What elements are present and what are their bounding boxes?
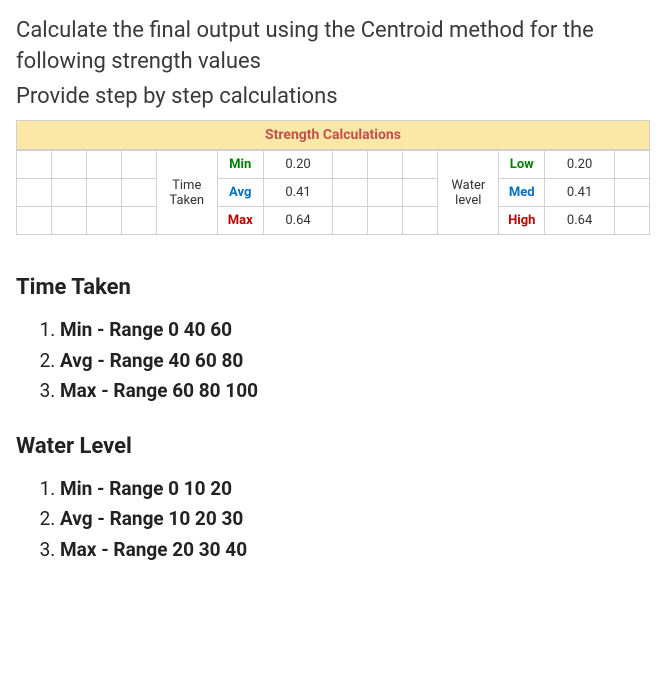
range-value: - Range 60 80 100	[101, 379, 258, 402]
value-high: 0.64	[545, 207, 615, 235]
table-row: Time Taken Min 0.20 Water level Low 0.20	[17, 151, 650, 179]
value-low: 0.20	[545, 151, 615, 179]
table-row: Avg 0.41 Med 0.41	[17, 179, 650, 207]
metric-avg: Avg	[217, 179, 263, 207]
range-value: - Range 40 60 80	[97, 349, 243, 372]
range-label: Min	[60, 318, 92, 341]
range-value: - Range 20 30 40	[101, 538, 247, 561]
range-value: - Range 10 20 30	[97, 507, 243, 530]
strength-table: Time Taken Min 0.20 Water level Low 0.20…	[16, 150, 650, 235]
table-header: Strength Calculations	[16, 120, 650, 150]
range-value: - Range 0 10 20	[97, 477, 232, 500]
metric-low: Low	[499, 151, 545, 179]
value-med: 0.41	[545, 179, 615, 207]
list-item: Max - Range 60 80 100	[60, 377, 650, 406]
section-heading-water-level: Water Level	[16, 434, 650, 459]
metric-med: Med	[499, 179, 545, 207]
table-row: Max 0.64 High 0.64	[17, 207, 650, 235]
metric-min: Min	[217, 151, 263, 179]
range-label: Max	[60, 379, 96, 402]
value-max: 0.64	[263, 207, 333, 235]
list-item: Min - Range 0 40 60	[60, 316, 650, 345]
question-line-2: Provide step by step calculations	[16, 82, 650, 113]
water-level-list: Min - Range 0 10 20 Avg - Range 10 20 30…	[16, 475, 650, 565]
value-avg: 0.41	[263, 179, 333, 207]
section-heading-time-taken: Time Taken	[16, 275, 650, 300]
range-value: - Range 0 40 60	[97, 318, 232, 341]
metric-high: High	[499, 207, 545, 235]
metric-max: Max	[217, 207, 263, 235]
list-item: Min - Range 0 10 20	[60, 475, 650, 504]
left-group-label: Time Taken	[156, 151, 217, 235]
range-label: Min	[60, 477, 92, 500]
time-taken-list: Min - Range 0 40 60 Avg - Range 40 60 80…	[16, 316, 650, 406]
question-line-1: Calculate the final output using the Cen…	[16, 16, 650, 78]
list-item: Avg - Range 40 60 80	[60, 347, 650, 376]
right-group-label: Water level	[438, 151, 499, 235]
range-label: Max	[60, 538, 96, 561]
range-label: Avg	[60, 507, 93, 530]
value-min: 0.20	[263, 151, 333, 179]
list-item: Max - Range 20 30 40	[60, 536, 650, 565]
list-item: Avg - Range 10 20 30	[60, 505, 650, 534]
range-label: Avg	[60, 349, 93, 372]
